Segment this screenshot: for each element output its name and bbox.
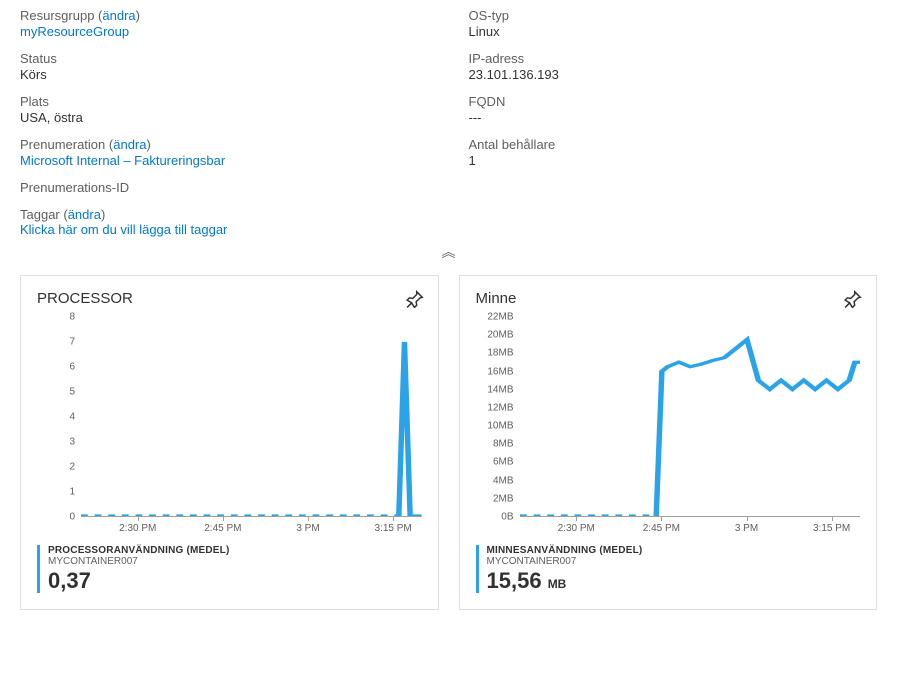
label: OS-typ xyxy=(469,8,878,23)
value: --- xyxy=(469,110,878,125)
resource-group-link[interactable]: myResourceGroup xyxy=(20,24,129,39)
pin-button[interactable] xyxy=(844,290,862,308)
prop-subscription-id: Prenumerations-ID xyxy=(20,180,429,195)
x-axis: 2:30 PM2:45 PM3 PM3:15 PM xyxy=(520,521,861,537)
collapse-toggle[interactable]: ︽ xyxy=(0,243,897,265)
legend-title: PROCESSORANVÄNDNING (MEDEL) xyxy=(48,545,422,556)
prop-ip: IP-adress 23.101.136.193 xyxy=(469,51,878,82)
value: USA, östra xyxy=(20,110,429,125)
charts-row: PROCESSOR 012345678 2:30 PM2:45 PM3 PM3:… xyxy=(0,265,897,630)
value-unit: MB xyxy=(548,577,567,591)
chevron-double-up-icon: ︽ xyxy=(442,244,456,260)
value-number: 0,37 xyxy=(48,568,91,593)
prop-status: Status Körs xyxy=(20,51,429,82)
prop-resource-group: Resursgrupp (ändra) myResourceGroup xyxy=(20,8,429,39)
label: Resursgrupp xyxy=(20,8,94,23)
resource-group-change-link[interactable]: ändra xyxy=(102,8,135,23)
tags-row: Taggar (ändra) Klicka här om du vill läg… xyxy=(0,207,897,243)
prop-fqdn: FQDN --- xyxy=(469,94,878,125)
prop-os-type: OS-typ Linux xyxy=(469,8,878,39)
value: 23.101.136.193 xyxy=(469,67,878,82)
mem-plot[interactable]: 0B2MB4MB6MB8MB10MB12MB14MB16MB18MB20MB22… xyxy=(476,317,861,537)
label: Antal behållare xyxy=(469,137,878,152)
legend-value: 0,37 xyxy=(48,569,422,593)
cpu-legend: PROCESSORANVÄNDNING (MEDEL) MYCONTAINER0… xyxy=(37,545,422,593)
cpu-chart-title: PROCESSOR xyxy=(37,290,422,307)
value: Linux xyxy=(469,24,878,39)
subscription-link[interactable]: Microsoft Internal – Faktureringsbar xyxy=(20,153,225,168)
cpu-data-line xyxy=(399,342,422,516)
label: IP-adress xyxy=(469,51,878,66)
value: Körs xyxy=(20,67,429,82)
prop-location: Plats USA, östra xyxy=(20,94,429,125)
subscription-change-link[interactable]: ändra xyxy=(113,137,146,152)
mem-chart-card: Minne 0B2MB4MB6MB8MB10MB12MB14MB16MB18MB… xyxy=(459,275,878,610)
pin-icon xyxy=(844,290,862,308)
legend-subtitle: MYCONTAINER007 xyxy=(487,556,861,567)
y-axis: 012345678 xyxy=(37,317,81,517)
value: 1 xyxy=(469,153,878,168)
x-axis: 2:30 PM2:45 PM3 PM3:15 PM xyxy=(81,521,422,537)
mem-data-line xyxy=(656,340,860,516)
tags-label: Taggar xyxy=(20,207,60,222)
label: Prenumeration xyxy=(20,137,105,152)
mem-legend: MINNESANVÄNDNING (MEDEL) MYCONTAINER007 … xyxy=(476,545,861,593)
plot-area xyxy=(81,317,422,517)
cpu-chart-card: PROCESSOR 012345678 2:30 PM2:45 PM3 PM3:… xyxy=(20,275,439,610)
mem-chart-title: Minne xyxy=(476,290,861,307)
value-number: 15,56 xyxy=(487,568,542,593)
legend-title: MINNESANVÄNDNING (MEDEL) xyxy=(487,545,861,556)
properties-grid: Resursgrupp (ändra) myResourceGroup Stat… xyxy=(0,0,897,207)
pin-button[interactable] xyxy=(406,290,424,308)
legend-subtitle: MYCONTAINER007 xyxy=(48,556,422,567)
prop-containers: Antal behållare 1 xyxy=(469,137,878,168)
label: Status xyxy=(20,51,429,66)
label: Plats xyxy=(20,94,429,109)
plot-area xyxy=(520,317,861,517)
pin-icon xyxy=(406,290,424,308)
y-axis: 0B2MB4MB6MB8MB10MB12MB14MB16MB18MB20MB22… xyxy=(476,317,520,517)
cpu-plot[interactable]: 012345678 2:30 PM2:45 PM3 PM3:15 PM xyxy=(37,317,422,537)
legend-value: 15,56 MB xyxy=(487,569,861,593)
tags-change-link[interactable]: ändra xyxy=(68,207,101,222)
prop-subscription: Prenumeration (ändra) Microsoft Internal… xyxy=(20,137,429,168)
add-tags-link[interactable]: Klicka här om du vill lägga till taggar xyxy=(20,222,227,237)
label: Prenumerations-ID xyxy=(20,180,429,195)
label: FQDN xyxy=(469,94,878,109)
